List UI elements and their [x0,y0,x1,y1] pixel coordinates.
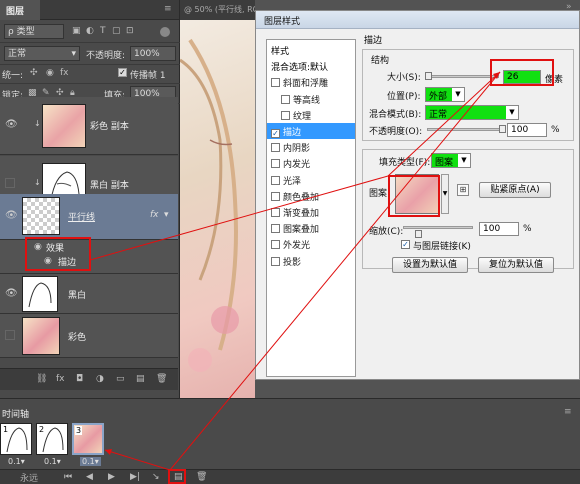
annotation-arrow [169,71,501,471]
annotation-arrow [89,175,389,261]
annotation-arrow [387,71,501,177]
arrow-head [105,449,112,455]
annotation-arrows [89,71,501,471]
annotation-arrow [104,449,171,471]
